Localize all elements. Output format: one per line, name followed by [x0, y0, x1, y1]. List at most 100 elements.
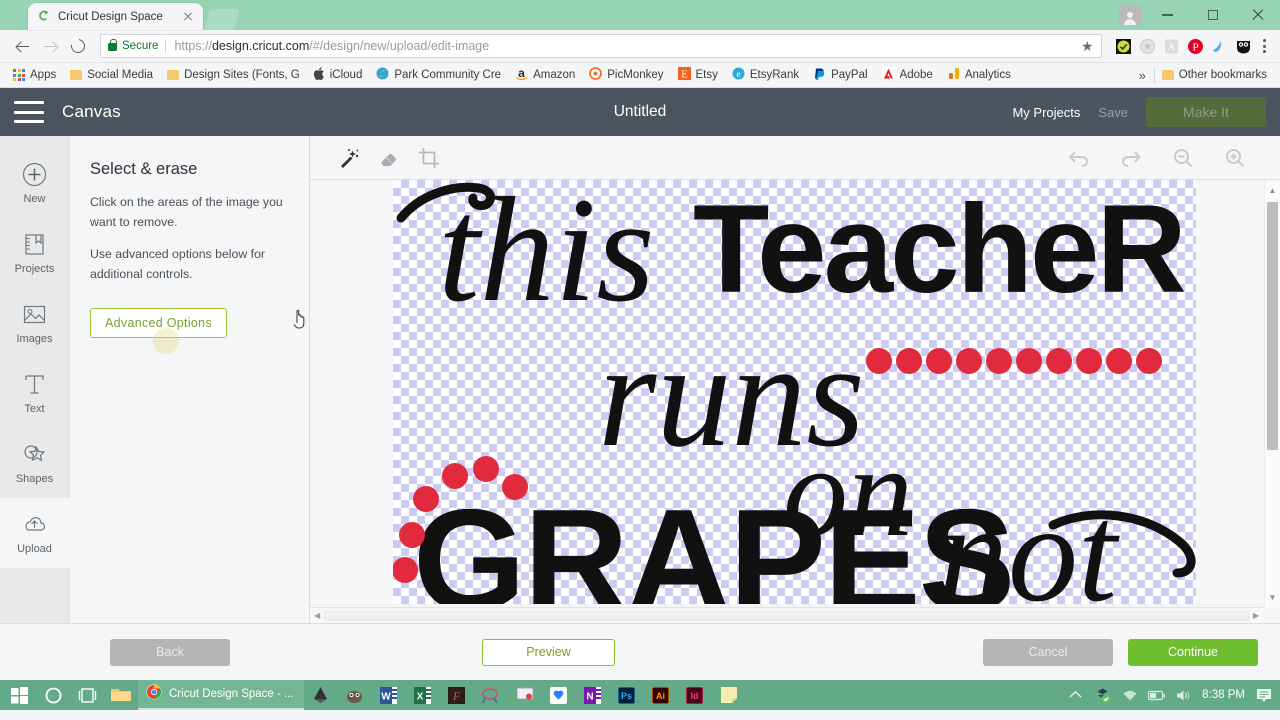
crop-icon[interactable] [412, 143, 446, 173]
scroll-down-arrow-icon[interactable]: ▼ [1265, 589, 1280, 605]
scroll-left-arrow-icon[interactable]: ◀ [314, 611, 320, 620]
file-explorer-icon[interactable] [104, 680, 138, 710]
my-projects-link[interactable]: My Projects [1012, 105, 1080, 120]
canvas-horizontal-scrollbar[interactable]: ◀ ▶ [310, 607, 1263, 623]
photoshop-icon[interactable]: Ps [610, 680, 644, 710]
continue-button[interactable]: Continue [1128, 638, 1258, 666]
bookmark-etsy[interactable]: E Etsy [671, 65, 725, 85]
bookmark-amazon[interactable]: a Amazon [508, 65, 582, 85]
bookmark-paypal[interactable]: PayPal [806, 65, 874, 85]
close-window-button[interactable] [1235, 0, 1280, 30]
forward-button[interactable] [36, 32, 64, 60]
back-button[interactable]: Back [110, 638, 230, 666]
tray-chevron-up-icon[interactable] [1067, 687, 1084, 704]
svg-text:TeacheR: TeacheR [693, 180, 1185, 319]
redo-icon[interactable] [1114, 143, 1148, 173]
make-it-button[interactable]: Make It [1146, 97, 1266, 127]
address-bar[interactable]: Secure https://design.cricut.com/#/desig… [100, 34, 1102, 58]
horizontal-scroll-thumb[interactable] [324, 611, 1249, 621]
gimp-icon[interactable] [338, 680, 372, 710]
pdf-extension-icon[interactable]: A [1160, 35, 1182, 57]
inkscape-icon[interactable] [304, 680, 338, 710]
battery-icon[interactable] [1148, 687, 1166, 704]
sidebar-item-text[interactable]: Text [0, 358, 70, 428]
browser-tab[interactable]: Cricut Design Space [28, 3, 203, 30]
vertical-scroll-thumb[interactable] [1267, 202, 1278, 450]
screen-recorder-icon[interactable] [508, 680, 542, 710]
scroll-right-arrow-icon[interactable]: ▶ [1253, 611, 1259, 620]
profile-avatar[interactable] [1119, 5, 1141, 25]
kebab-menu-icon[interactable] [1256, 35, 1272, 57]
advanced-options-label: Advanced Options [105, 315, 212, 330]
bookmark-star-icon[interactable]: ★ [1081, 39, 1094, 53]
zoom-out-icon[interactable] [1166, 143, 1200, 173]
sidebar-item-shapes[interactable]: Shapes [0, 428, 70, 498]
excel-icon[interactable]: X [406, 680, 440, 710]
dropbox-icon[interactable] [542, 680, 576, 710]
wifi-icon[interactable] [1121, 687, 1138, 704]
bookmark-icloud[interactable]: iCloud [307, 65, 370, 85]
folder-icon [1161, 70, 1174, 80]
bookmark-social-media[interactable]: Social Media [63, 65, 160, 85]
eraser-icon[interactable] [372, 143, 406, 173]
onenote-icon[interactable]: N [576, 680, 610, 710]
shapes-star-icon [22, 442, 48, 468]
save-button[interactable]: Save [1098, 105, 1128, 120]
sidebar-item-new[interactable]: New [0, 148, 70, 218]
sync-status-icon[interactable] [1094, 687, 1111, 704]
cortana-circle-icon[interactable] [36, 680, 70, 710]
scroll-up-arrow-icon[interactable]: ▲ [1265, 182, 1280, 198]
swoosh-extension-icon[interactable] [1208, 35, 1230, 57]
advanced-options-button[interactable]: Advanced Options [90, 307, 227, 354]
bookmark-design-sites[interactable]: Design Sites (Fonts, G [160, 65, 307, 85]
bookmark-label: PayPal [831, 69, 868, 81]
canvas-vertical-scrollbar[interactable]: ▲ ▼ [1264, 180, 1280, 607]
sidebar-item-images[interactable]: Images [0, 288, 70, 358]
artwork-image: this TeacheR runs on GRAPES not [393, 180, 1196, 604]
taskbar-clock[interactable]: 8:38 PM [1202, 689, 1245, 701]
checkmark-extension-icon[interactable] [1112, 35, 1134, 57]
circle-extension-icon[interactable] [1136, 35, 1158, 57]
tab-close-icon[interactable] [181, 10, 195, 24]
indesign-icon[interactable]: Id [678, 680, 712, 710]
hamburger-menu-icon[interactable] [14, 101, 44, 123]
bookmark-analytics[interactable]: Analytics [940, 65, 1018, 85]
illustrator-icon[interactable]: Ai [644, 680, 678, 710]
task-view-icon[interactable] [70, 680, 104, 710]
maximize-button[interactable] [1190, 0, 1235, 30]
plus-circle-icon [22, 162, 48, 188]
new-tab-button[interactable] [203, 9, 241, 30]
back-button[interactable] [8, 32, 36, 60]
owl-extension-icon[interactable] [1232, 35, 1254, 57]
other-bookmarks-button[interactable]: Other bookmarks [1155, 65, 1274, 85]
bookmark-apps[interactable]: Apps [6, 65, 63, 85]
magic-wand-icon[interactable] [332, 143, 366, 173]
undo-icon[interactable] [1062, 143, 1096, 173]
zoom-in-icon[interactable] [1218, 143, 1252, 173]
bookmark-adobe[interactable]: Adobe [875, 65, 940, 85]
pinterest-icon[interactable]: P [1184, 35, 1206, 57]
preview-button[interactable]: Preview [482, 638, 615, 666]
bookmark-etsyrank[interactable]: e EtsyRank [725, 65, 806, 85]
sidebar-item-upload[interactable]: Upload [0, 498, 70, 568]
taskbar-active-window[interactable]: Cricut Design Space - ... [138, 680, 304, 710]
amazon-icon: a [515, 67, 528, 83]
bookmark-picmonkey[interactable]: PicMonkey [582, 65, 670, 85]
cancel-button[interactable]: Cancel [983, 638, 1113, 666]
minimize-button[interactable] [1145, 0, 1190, 30]
silhouette-studio-icon[interactable] [474, 680, 508, 710]
windows-start-icon[interactable] [2, 680, 36, 710]
notification-center-icon[interactable] [1255, 687, 1272, 704]
bookmarks-overflow-button[interactable]: » [1131, 68, 1154, 83]
reload-button[interactable] [64, 32, 92, 60]
bookmark-label: Amazon [533, 69, 576, 81]
bookmark-park-community[interactable]: Park Community Cre [369, 65, 508, 85]
transparent-artboard[interactable]: this TeacheR runs on GRAPES not [393, 180, 1196, 604]
fontforge-icon[interactable]: F [440, 680, 474, 710]
editor-toolbar [310, 136, 1280, 180]
sticky-notes-icon[interactable] [712, 680, 746, 710]
sidebar-item-projects[interactable]: Projects [0, 218, 70, 288]
word-icon[interactable]: W [372, 680, 406, 710]
back-arrow-icon [16, 40, 29, 53]
volume-icon[interactable] [1175, 687, 1192, 704]
